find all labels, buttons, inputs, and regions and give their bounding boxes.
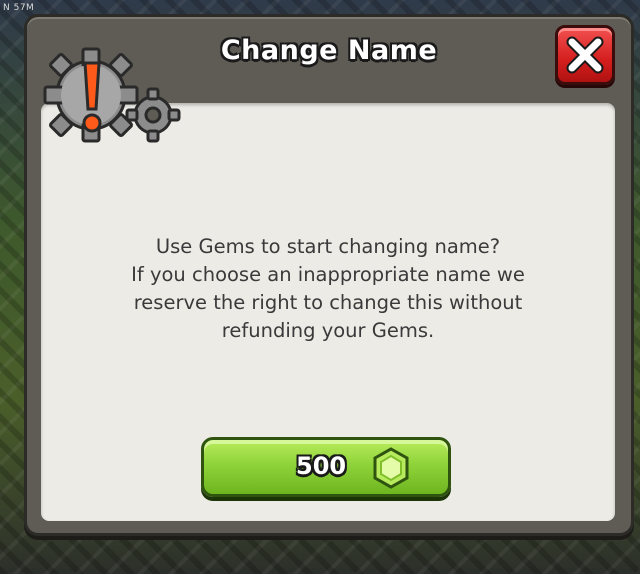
gem-price-label: 500 (296, 452, 347, 480)
message-line: refunding your Gems. (221, 319, 435, 342)
message-line: Use Gems to start changing name? (155, 235, 501, 258)
gem-icon (373, 447, 409, 489)
close-button[interactable] (555, 25, 615, 85)
close-icon (566, 36, 604, 74)
dialog-message: Use Gems to start changing name? If you … (41, 233, 615, 345)
message-line: If you choose an inappropriate name we (131, 263, 525, 286)
message-line: reserve the right to change this without (133, 291, 523, 314)
confirm-gems-button[interactable]: 500 (201, 437, 451, 497)
gear-warning-icon (43, 47, 181, 143)
change-name-dialog: Change Name Use Gems to start changing n… (24, 14, 634, 536)
background-status-text: N 57M (3, 3, 35, 13)
